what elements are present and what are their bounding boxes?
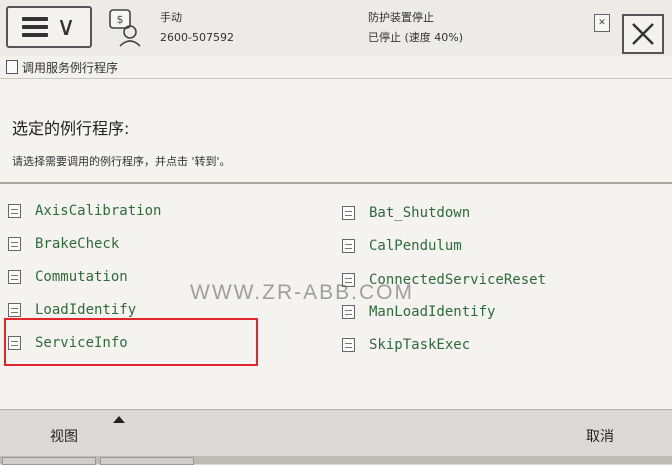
motor-status: 已停止 (速度 40%) <box>368 31 464 44</box>
main-menu-button[interactable]: ∨ <box>6 6 92 48</box>
list-item-skiptaskexec[interactable]: SkipTaskExec <box>342 334 470 356</box>
list-item-label: Commutation <box>35 269 128 285</box>
close-button[interactable] <box>622 14 664 54</box>
routine-document-icon <box>8 237 21 251</box>
routine-document-icon <box>8 270 21 284</box>
task-window-icon[interactable]: ✕ <box>594 14 610 32</box>
routine-document-icon <box>342 239 355 253</box>
run-status: 防护装置停止 已停止 (速度 40%) <box>368 8 463 48</box>
list-item-axiscalibration[interactable]: AxisCalibration <box>8 200 161 222</box>
routine-document-icon <box>342 305 355 319</box>
top-status-bar: ∨ $ 手动 2600-507592 防护装置停止 已停止 (速度 40%) ✕ <box>0 0 672 57</box>
cancel-button[interactable]: 取消 <box>586 426 614 446</box>
window-title: 调用服务例行程序 <box>22 60 119 75</box>
window-title-bar: 调用服务例行程序 <box>0 56 672 79</box>
list-item-commutation[interactable]: Commutation <box>8 266 128 288</box>
divider <box>0 182 672 184</box>
list-item-brakecheck[interactable]: BrakeCheck <box>8 233 119 255</box>
selected-routine-heading: 选定的例行程序: <box>12 119 130 138</box>
safety-status: 防护装置停止 <box>368 11 434 24</box>
list-item-calpendulum[interactable]: CalPendulum <box>342 235 462 257</box>
routine-document-icon <box>8 303 21 317</box>
chevron-down-icon: ∨ <box>56 12 76 42</box>
flexpendant-screen: ∨ $ 手动 2600-507592 防护装置停止 已停止 (速度 40%) ✕… <box>0 0 672 465</box>
list-item-label: BrakeCheck <box>35 236 120 252</box>
taskbar <box>0 456 672 465</box>
routine-panel: 选定的例行程序: 请选择需要调用的例行程序，并点击 '转到'。 AxisCali… <box>0 79 672 409</box>
svg-text:$: $ <box>117 13 124 26</box>
watermark: WWW.ZR-ABB.COM <box>190 281 414 304</box>
list-item-label: AxisCalibration <box>35 203 162 219</box>
hamburger-menu-icon <box>22 17 49 37</box>
list-item-bat-shutdown[interactable]: Bat_Shutdown <box>342 202 470 224</box>
routine-document-icon <box>342 206 355 220</box>
list-item-label: SkipTaskExec <box>369 337 471 353</box>
instruction-text: 请选择需要调用的例行程序，并点击 '转到'。 <box>12 155 231 168</box>
window-icon <box>6 60 18 74</box>
mode-status: 手动 2600-507592 <box>160 8 234 48</box>
routine-document-icon <box>342 338 355 352</box>
view-button[interactable]: 视图 <box>50 426 78 446</box>
operation-mode: 手动 <box>160 11 182 24</box>
list-item-label: CalPendulum <box>369 238 462 254</box>
controller-id: 2600-507592 <box>160 31 234 44</box>
close-icon <box>632 23 654 45</box>
list-item-label: Bat_Shutdown <box>369 205 471 221</box>
list-item-label: ManLoadIdentify <box>369 304 496 320</box>
robot-status-icon[interactable]: $ <box>104 6 148 50</box>
list-item-label: LoadIdentify <box>35 302 137 318</box>
routine-document-icon <box>8 204 21 218</box>
arrow-up-icon <box>113 416 125 423</box>
selection-highlight <box>4 318 258 366</box>
